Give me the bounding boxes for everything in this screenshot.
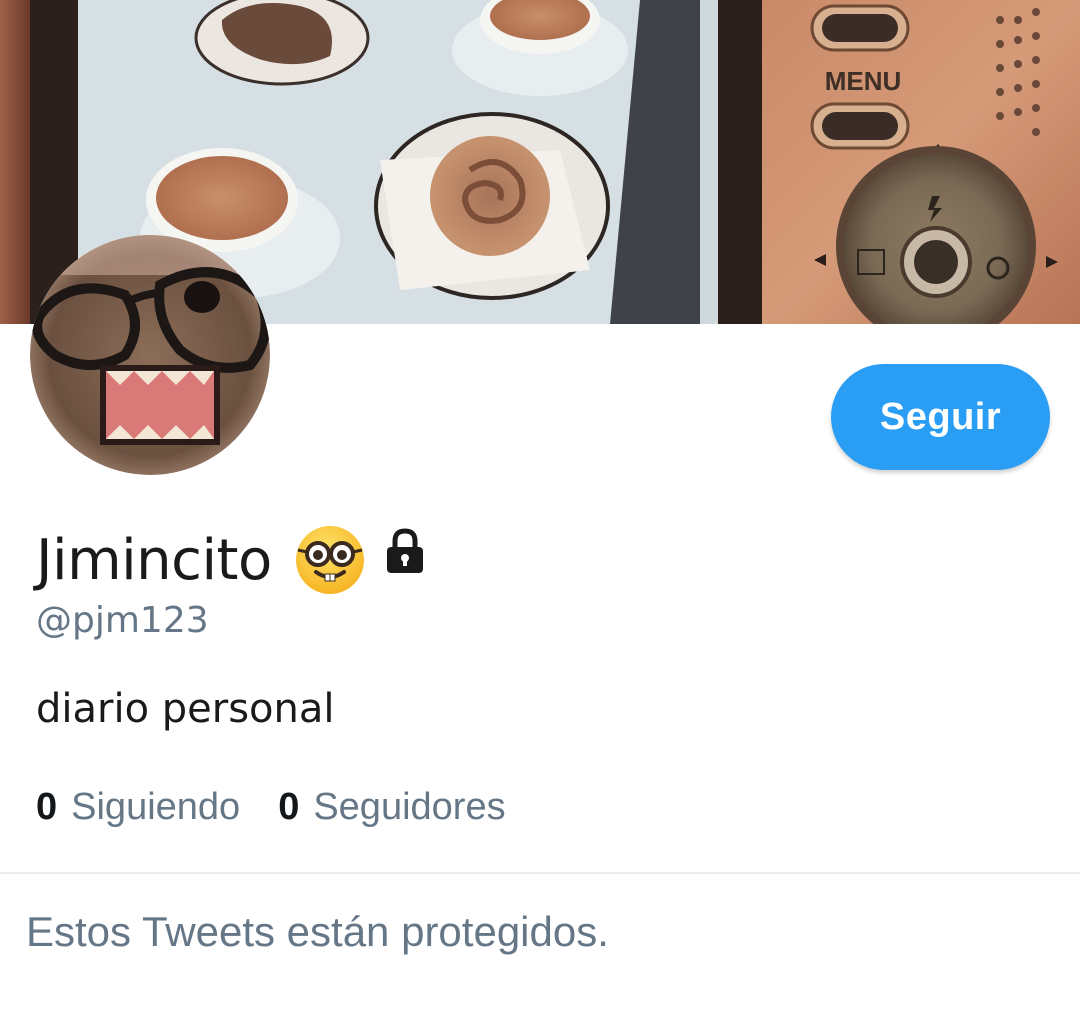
follow-button[interactable]: Seguir — [831, 364, 1050, 470]
followers-label: Seguidores — [313, 786, 506, 828]
profile-handle: @pjm123 — [36, 600, 209, 641]
protected-lock-icon — [380, 527, 430, 577]
followers-stat[interactable]: 0 Seguidores — [278, 786, 505, 829]
profile-bio: diario personal — [36, 686, 335, 732]
profile-stats: 0 Siguiendo 0 Seguidores — [36, 786, 506, 829]
camera-menu-label: MENU — [825, 66, 902, 96]
profile-avatar[interactable] — [30, 235, 270, 475]
following-stat[interactable]: 0 Siguiendo — [36, 786, 240, 829]
protected-tweets-message: Estos Tweets están protegidos. — [26, 908, 609, 955]
section-divider — [0, 872, 1080, 874]
following-count: 0 — [36, 786, 58, 828]
nerd-face-emoji-icon — [294, 524, 366, 596]
display-name: Jimincito — [36, 527, 272, 593]
following-label: Siguiendo — [71, 786, 241, 828]
followers-count: 0 — [278, 786, 300, 828]
profile-name-row: Jimincito — [36, 522, 430, 598]
